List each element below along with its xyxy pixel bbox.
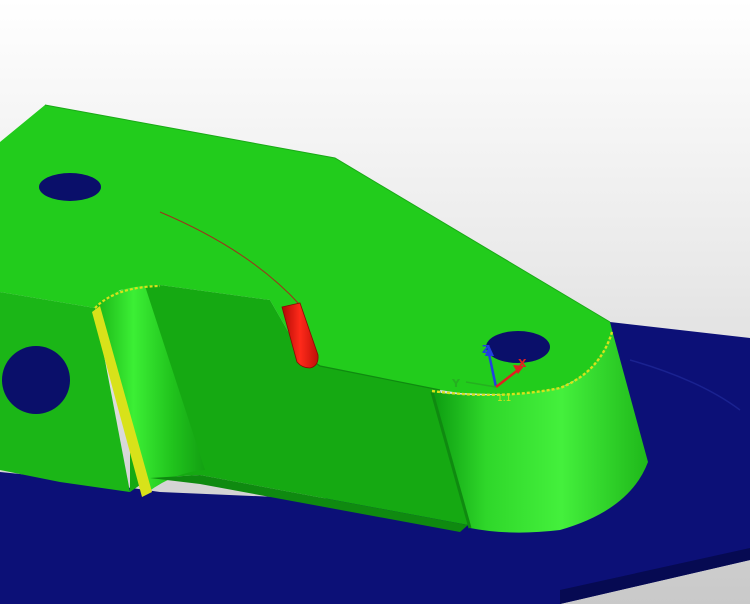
hole-side[interactable] xyxy=(2,346,70,414)
3d-viewport[interactable]: Z X Y 1.1 xyxy=(0,0,750,604)
triad-origin-label: 1.1 xyxy=(497,394,511,404)
part-body[interactable] xyxy=(0,104,648,533)
cad-scene[interactable]: Z X Y 1.1 xyxy=(0,0,750,604)
hole-top-left[interactable] xyxy=(39,173,101,201)
axis-y-label: Y xyxy=(451,377,461,390)
axis-z-label: Z xyxy=(482,343,490,356)
axis-x-label: X xyxy=(518,357,527,370)
